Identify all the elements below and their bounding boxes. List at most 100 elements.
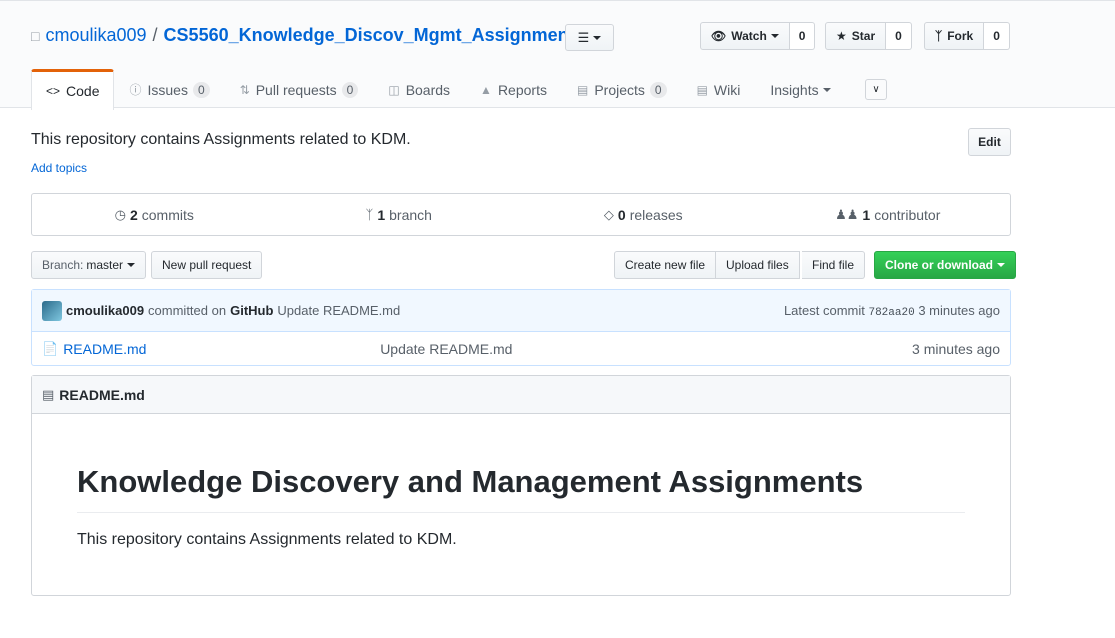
issue-icon: ⓘ [129, 83, 142, 97]
list-menu-button[interactable]: ☰ [565, 24, 614, 51]
branch-label: branch [389, 206, 432, 223]
readme-header: ▤ README.md [32, 376, 1010, 414]
table-row: 📄 README.md Update README.md 3 minutes a… [32, 332, 1010, 365]
board-icon: ◫ [388, 82, 400, 97]
tab-label: Code [66, 83, 100, 99]
tab-counter: 0 [341, 81, 359, 98]
branch-link[interactable]: ᛉ 1 branch [277, 194, 522, 235]
branch-name: master [86, 258, 124, 272]
commit-sha[interactable]: 782aa20 [868, 307, 914, 319]
avatar[interactable] [42, 300, 62, 321]
edit-button[interactable]: Edit [968, 128, 1011, 156]
book-icon: ▤ [42, 386, 55, 402]
watch-button[interactable]: 👁 Watch [700, 22, 790, 50]
branch-select[interactable]: Branch: master [31, 251, 147, 279]
releases-label: releases [629, 206, 683, 223]
eye-icon: 👁 [711, 29, 727, 43]
tab-wiki[interactable]: ▤ Wiki [682, 69, 756, 109]
tab-boards[interactable]: ◫ Boards [373, 69, 465, 109]
star-count[interactable]: 0 [886, 22, 912, 50]
star-icon: ★ [836, 29, 847, 43]
branch-count: 1 [377, 206, 386, 223]
repo-name-link[interactable]: CS5560_Knowledge_Discov_Mgmt_Assignments [164, 25, 585, 46]
latest-commit-info: Latest commit 782aa20 3 minutes ago [784, 303, 1000, 319]
chevron-down-icon [127, 263, 136, 267]
commit-platform: GitHub [230, 303, 274, 318]
tab-pull-requests[interactable]: ⇅ Pull requests 0 [225, 69, 374, 109]
commit-message[interactable]: Update README.md [277, 303, 400, 318]
repo-description: This repository contains Assignments rel… [31, 131, 411, 148]
commits-link[interactable]: ◷ 2 commits [32, 194, 277, 235]
file-icon: 📄 [42, 340, 59, 356]
upload-files-button[interactable]: Upload files [716, 251, 800, 279]
star-button[interactable]: ★ Star [825, 22, 887, 50]
more-tabs-button[interactable]: ∨ [865, 79, 887, 100]
contributor-label: contributor [874, 206, 941, 223]
history-icon: ◷ [114, 206, 126, 222]
releases-link[interactable]: ◇ 0 releases [521, 194, 766, 235]
create-new-file-button[interactable]: Create new file [614, 251, 717, 279]
add-topics-link[interactable]: Add topics [31, 161, 87, 175]
book-icon: ▤ [696, 82, 708, 97]
fork-button[interactable]: ᛉ Fork [924, 22, 985, 50]
chevron-down-icon: ∨ [872, 84, 880, 95]
file-age: 3 minutes ago [912, 340, 1000, 357]
tab-issues[interactable]: ⓘ Issues 0 [114, 69, 224, 109]
contributor-link[interactable]: ♟♟ 1 contributor [766, 194, 1011, 235]
latest-commit-label: Latest commit [783, 302, 865, 318]
commit-author[interactable]: cmoulika009 [66, 303, 144, 318]
tab-label: Boards [405, 81, 451, 98]
readme-box: ▤ README.md Knowledge Discovery and Mana… [31, 375, 1011, 596]
list-icon: ☰ [577, 29, 590, 45]
tab-label: Wiki [713, 81, 741, 98]
watch-label: Watch [731, 29, 767, 43]
repo-header: □ cmoulika009 / CS5560_Knowledge_Discov_… [0, 1, 1115, 110]
find-file-button[interactable]: Find file [802, 251, 866, 279]
repo-separator: / [152, 25, 158, 45]
fork-label: Fork [947, 29, 974, 43]
chevron-down-icon [997, 263, 1005, 267]
caret-icon [822, 87, 831, 92]
tab-reports[interactable]: ▲ Reports [465, 69, 562, 109]
contributor-count: 1 [862, 206, 871, 223]
readme-filename: README.md [59, 386, 145, 403]
latest-commit-row: cmoulika009 committed on GitHub Update R… [32, 290, 1010, 332]
tab-label: Reports [497, 81, 547, 98]
readme-body: Knowledge Discovery and Management Assig… [32, 464, 1010, 549]
tab-label: Insights [770, 81, 819, 98]
chevron-down-icon [593, 35, 602, 40]
fork-count[interactable]: 0 [984, 22, 1010, 50]
readme-heading: Knowledge Discovery and Management Assig… [77, 464, 965, 513]
tab-label: Projects [594, 81, 645, 98]
tab-projects[interactable]: ▤ Projects 0 [562, 69, 682, 109]
tab-insights[interactable]: Insights [755, 69, 845, 109]
file-name-link[interactable]: README.md [63, 341, 380, 357]
file-table: cmoulika009 committed on GitHub Update R… [31, 289, 1011, 366]
repo-tabs: <> Code ⓘ Issues 0 ⇅ Pull requests 0 ◫ B… [31, 69, 846, 110]
tab-counter: 0 [192, 81, 210, 98]
readme-paragraph: This repository contains Assignments rel… [77, 531, 457, 548]
commits-count: 2 [129, 206, 138, 223]
repo-owner-link[interactable]: cmoulika009 [45, 25, 146, 46]
project-icon: ▤ [576, 82, 589, 97]
new-pull-request-button[interactable]: New pull request [151, 251, 263, 279]
tab-counter: 0 [649, 81, 667, 98]
commits-label: commits [141, 206, 194, 223]
numbers-summary: ◷ 2 commits ᛉ 1 branch ◇ 0 releases ♟♟ 1… [31, 193, 1011, 236]
watch-count[interactable]: 0 [789, 22, 816, 50]
graph-icon: ▲ [480, 82, 492, 97]
tab-code[interactable]: <> Code [31, 69, 115, 110]
commit-on-text: committed on [148, 303, 227, 318]
star-group: ★ Star 0 [825, 22, 912, 50]
releases-count: 0 [617, 206, 626, 223]
clone-download-button[interactable]: Clone or download [874, 251, 1016, 279]
tab-label: Pull requests [255, 81, 337, 98]
star-label: Star [851, 29, 876, 43]
file-commit-message[interactable]: Update README.md [380, 341, 512, 357]
fork-group: ᛉ Fork 0 [924, 22, 1010, 50]
watch-group: 👁 Watch 0 [700, 22, 816, 50]
repo-title: □ cmoulika009 / CS5560_Knowledge_Discov_… [31, 25, 585, 46]
tag-icon: ◇ [603, 206, 614, 222]
clone-label: Clone or download [885, 258, 993, 272]
fork-icon: ᛉ [935, 29, 943, 43]
